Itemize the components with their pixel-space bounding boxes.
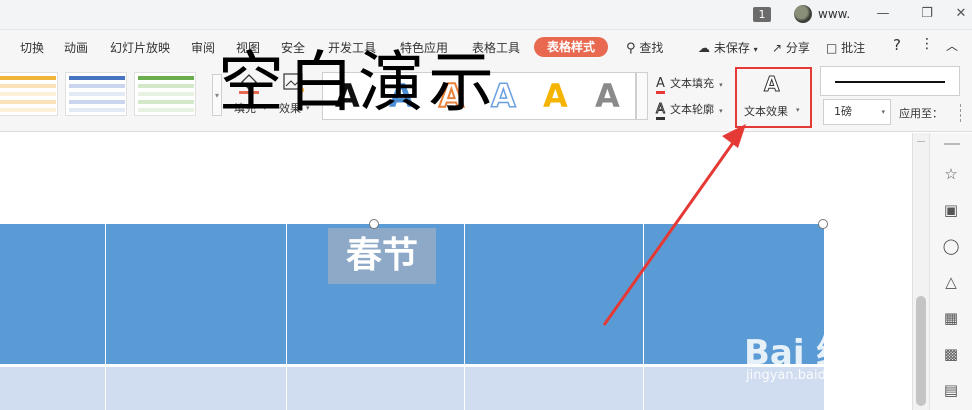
shape-icon[interactable]: ▣ (942, 201, 960, 219)
vertical-scrollbar[interactable] (912, 133, 929, 410)
table-icon[interactable]: ▦ (942, 309, 960, 327)
panel-grip (944, 143, 960, 145)
pin-icon[interactable]: ☆ (942, 165, 960, 183)
chart-icon[interactable]: ▤ (942, 381, 960, 399)
object-icon[interactable]: ◯ (942, 237, 960, 255)
grid-icon[interactable]: ▩ (942, 345, 960, 363)
app-window: 1 www. — ❐ ✕ 切换 动画 幻灯片放映 审阅 视图 安全 开发工具 特… (0, 0, 972, 410)
watermark-url: jingyan.baidu.com (746, 368, 866, 383)
layer-icon[interactable]: △ (942, 273, 960, 291)
watermark-logo: Bai 经验 (744, 333, 885, 373)
right-tool-panel: ☆ ▣ ◯ △ ▦ ▩ ▤ (929, 133, 972, 410)
scrollbar-thumb[interactable] (916, 296, 926, 406)
